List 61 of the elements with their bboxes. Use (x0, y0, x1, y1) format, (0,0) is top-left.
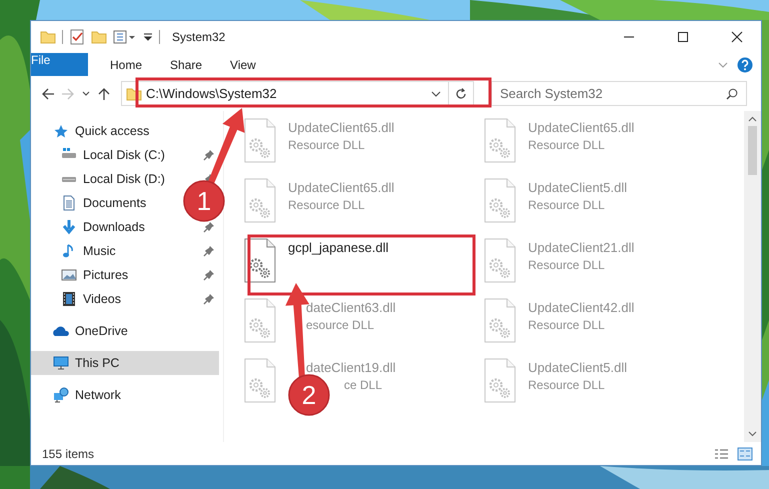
file-type: esource DLL (306, 318, 374, 332)
large-icons-view-icon[interactable] (737, 446, 753, 460)
callout-badge (183, 180, 225, 222)
search-field[interactable]: Search System32 (491, 81, 747, 106)
checklist-icon[interactable] (69, 29, 85, 45)
scroll-thumb[interactable] (748, 126, 757, 175)
down-arrow-icon (61, 219, 77, 235)
callout-badge (288, 374, 330, 416)
sidebar-item[interactable]: Local Disk (D:) (31, 167, 169, 191)
file-type: Resource DLL (528, 198, 605, 212)
picture-icon (61, 267, 77, 283)
scrollbar[interactable] (744, 111, 761, 442)
item-count: 155 items (42, 446, 94, 460)
address-text: C:\Windows\System32 (145, 86, 278, 101)
ribbon-tab[interactable]: Share (156, 53, 216, 76)
star-icon (53, 123, 69, 139)
up-icon[interactable] (97, 86, 111, 100)
callout-number: 1 (196, 186, 212, 216)
network-icon (53, 387, 69, 403)
folder-icon[interactable] (40, 29, 56, 45)
ribbon-tab[interactable]: View (216, 53, 270, 76)
search-icon[interactable] (726, 88, 738, 100)
drive-icon (61, 176, 77, 182)
window-title: System32 (172, 30, 226, 44)
help-icon[interactable] (737, 56, 753, 72)
forward-icon (61, 86, 75, 100)
down-caret-icon[interactable] (748, 429, 757, 438)
sidebar-item[interactable]: Documents (31, 191, 150, 215)
film-icon (61, 291, 77, 307)
file-type: Resource DLL (528, 258, 605, 272)
file-type: Resource DLL (528, 318, 605, 332)
file-type: Resource DLL (288, 138, 365, 152)
sidebar-item[interactable]: Network (31, 383, 125, 407)
monitor-icon (53, 355, 69, 371)
sidebar-item[interactable]: Downloads (31, 215, 149, 239)
sidebar-item[interactable]: OneDrive (31, 319, 132, 343)
folder-icon[interactable] (91, 29, 107, 45)
file-type: Resource DLL (528, 138, 605, 152)
properties-icon[interactable] (113, 29, 137, 45)
document-icon (61, 195, 77, 211)
callout-number: 2 (302, 380, 316, 410)
sidebar-item[interactable]: This PC (31, 351, 219, 375)
back-icon[interactable] (41, 86, 55, 100)
up-caret-icon[interactable] (748, 115, 757, 124)
ribbon-tab[interactable]: Home (96, 53, 156, 76)
file-tab[interactable]: File (31, 53, 88, 76)
caret-icon[interactable] (431, 88, 441, 98)
details-view-icon[interactable] (713, 446, 729, 460)
file-type: Resource DLL (528, 378, 605, 392)
sidebar-item[interactable]: Pictures (31, 263, 132, 287)
close-icon (731, 31, 743, 43)
maximize-icon (677, 31, 689, 43)
file-type: Resource DLL (288, 198, 365, 212)
sidebar-item[interactable]: Music (31, 239, 120, 263)
sidebar-item[interactable]: Quick access (31, 119, 154, 143)
address-field[interactable]: C:\Windows\System32 (121, 81, 474, 106)
refresh-icon[interactable] (455, 88, 467, 100)
sidebar-item[interactable]: Videos (31, 287, 125, 311)
file-type: ce DLL (343, 378, 382, 392)
file-name[interactable]: gcpl_japanese.dll (288, 240, 388, 255)
file-gear-icon[interactable] (244, 238, 276, 283)
